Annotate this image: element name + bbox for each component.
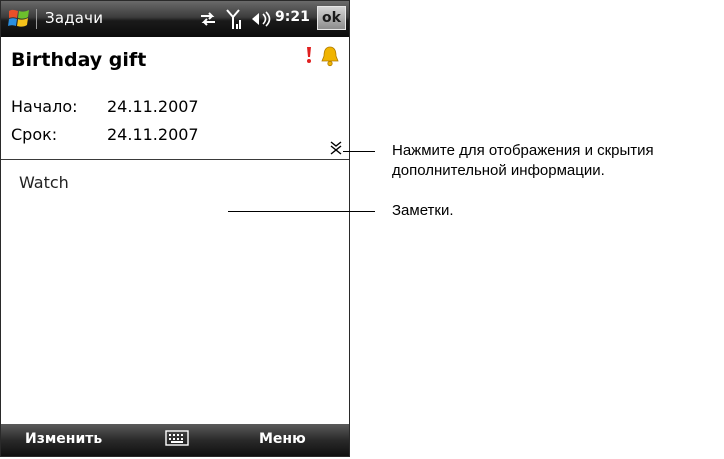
menu-softkey[interactable]: Меню	[259, 431, 306, 447]
details-divider	[1, 159, 349, 160]
due-label: Срок:	[11, 125, 58, 144]
app-title: Задачи	[45, 9, 104, 27]
keyboard-icon[interactable]	[165, 429, 189, 447]
due-value: 24.11.2007	[107, 125, 199, 144]
clock[interactable]: 9:21	[275, 9, 310, 25]
callout-line-notes	[228, 211, 375, 212]
windows-start-icon[interactable]	[7, 7, 31, 31]
title-separator	[36, 9, 37, 29]
edit-softkey[interactable]: Изменить	[25, 431, 102, 447]
softkey-bar: Изменить Меню	[1, 424, 349, 456]
task-title: Birthday gift	[11, 49, 147, 71]
callout-expand-line1: Нажмите для отображения и скрытия	[392, 142, 654, 159]
priority-exclamation-icon	[307, 47, 311, 63]
connectivity-icon[interactable]	[199, 10, 217, 28]
callout-line-expand	[343, 151, 375, 152]
notes-area[interactable]: Watch	[19, 173, 69, 192]
callout-expand: Нажмите для отображения и скрытия дополн…	[392, 141, 724, 181]
volume-icon[interactable]	[251, 11, 273, 27]
expand-collapse-icon[interactable]	[329, 141, 343, 155]
signal-icon[interactable]	[226, 8, 242, 30]
bell-icon	[321, 46, 339, 67]
device-screen: Задачи 9:21 ok Birthday gift Начало: 24.1…	[0, 0, 350, 457]
title-bar: Задачи 9:21 ok	[1, 1, 349, 37]
callout-expand-line2: дополнительной информации.	[392, 162, 605, 179]
due-date-row: Срок: 24.11.2007	[11, 125, 199, 144]
start-value: 24.11.2007	[107, 97, 199, 116]
start-label: Начало:	[11, 97, 78, 116]
callout-notes: Заметки.	[392, 202, 454, 219]
start-date-row: Начало: 24.11.2007	[11, 97, 199, 116]
ok-button[interactable]: ok	[317, 6, 346, 30]
